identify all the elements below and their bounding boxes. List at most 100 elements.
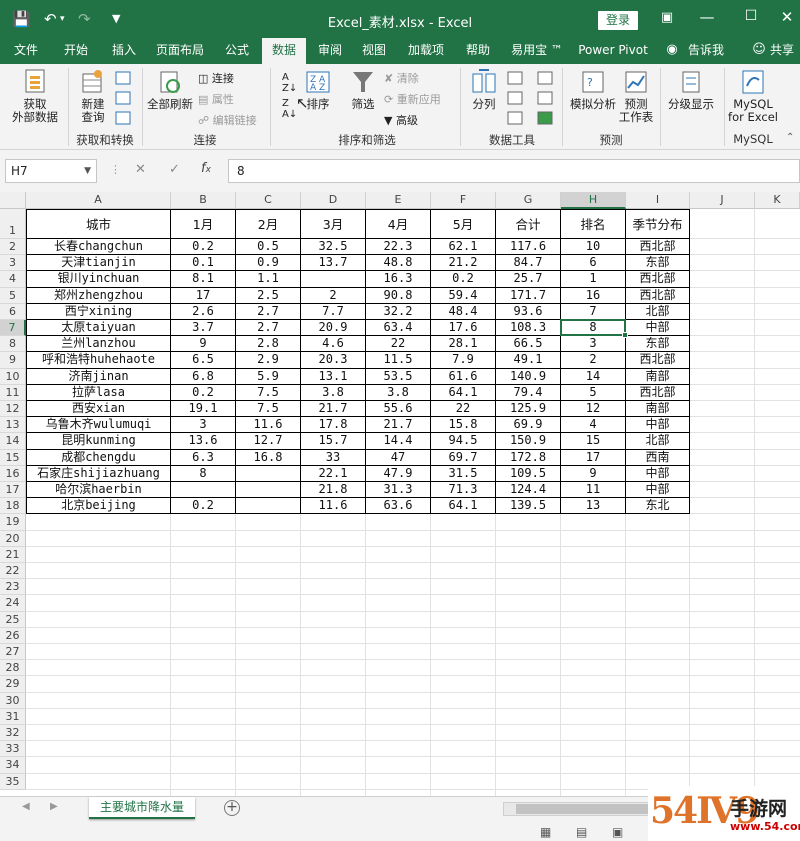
prev-sheet-icon[interactable]: ◀ <box>22 801 30 812</box>
row-header-15[interactable]: 15 <box>0 449 26 466</box>
column-header-e[interactable]: E <box>366 192 431 209</box>
tab-power-pivot[interactable]: Power Pivot <box>576 38 650 64</box>
data-cell[interactable]: 53.5 <box>366 368 431 385</box>
data-cell[interactable]: 西南 <box>626 449 690 466</box>
data-cell[interactable]: 东部 <box>626 255 690 272</box>
data-cell[interactable]: 20.3 <box>301 352 366 369</box>
row-header-29[interactable]: 29 <box>0 676 26 693</box>
column-header-b[interactable]: B <box>171 192 236 209</box>
data-cell[interactable]: 西北部 <box>626 352 690 369</box>
data-cell[interactable]: 22 <box>431 401 496 418</box>
data-cell[interactable]: 长春changchun <box>26 239 171 256</box>
next-sheet-icon[interactable]: ▶ <box>50 801 58 812</box>
ribbon-display-icon[interactable]: ▣ <box>652 10 682 25</box>
data-cell[interactable] <box>236 465 301 482</box>
data-cell[interactable]: 银川yinchuan <box>26 271 171 288</box>
data-cell[interactable]: 拉萨lasa <box>26 384 171 401</box>
data-cell[interactable]: 2.7 <box>236 320 301 337</box>
connections-button[interactable]: ◫ 连接 <box>198 70 234 86</box>
cancel-icon[interactable]: ✕ <box>135 162 146 177</box>
data-cell[interactable]: 49.1 <box>496 352 561 369</box>
row-header-14[interactable]: 14 <box>0 433 26 450</box>
data-cell[interactable]: 94.5 <box>431 433 496 450</box>
data-cell[interactable]: 1 <box>561 271 626 288</box>
data-cell[interactable]: 11.5 <box>366 352 431 369</box>
row-header-2[interactable]: 2 <box>0 239 26 256</box>
data-cell[interactable]: 90.8 <box>366 287 431 304</box>
data-cell[interactable]: 69.9 <box>496 417 561 434</box>
row-header-17[interactable]: 17 <box>0 482 26 499</box>
data-cell[interactable]: 69.7 <box>431 449 496 466</box>
data-cell[interactable]: 6.8 <box>171 368 236 385</box>
row-header-13[interactable]: 13 <box>0 417 26 434</box>
share-button[interactable]: 共享 <box>766 38 798 64</box>
data-cell[interactable]: 西北部 <box>626 271 690 288</box>
row-header-1[interactable]: 1 <box>0 209 26 239</box>
data-cell[interactable]: 4 <box>561 417 626 434</box>
tab-page-layout[interactable]: 页面布局 <box>150 38 210 64</box>
column-header-d[interactable]: D <box>301 192 366 209</box>
header-cell[interactable]: 合计 <box>496 209 561 239</box>
column-header-k[interactable]: K <box>755 192 800 209</box>
data-cell[interactable]: 3 <box>561 336 626 353</box>
edit-links-button[interactable]: ☍ 编辑链接 <box>198 112 257 128</box>
data-cell[interactable]: 西北部 <box>626 239 690 256</box>
header-cell[interactable]: 2月 <box>236 209 301 239</box>
data-cell[interactable]: 48.4 <box>431 303 496 320</box>
row-header-7[interactable]: 7 <box>0 320 26 337</box>
data-tools-icons[interactable] <box>506 70 556 130</box>
data-cell[interactable]: 0.2 <box>171 239 236 256</box>
data-cell[interactable]: 11 <box>561 482 626 499</box>
get-external-data-button[interactable]: 获取 外部数据 <box>6 68 64 124</box>
text-to-columns-button[interactable]: 分列 <box>466 68 502 111</box>
tab-file[interactable]: 文件 <box>6 38 46 64</box>
name-box[interactable]: H7 ▼ <box>5 159 97 183</box>
maximize-icon[interactable]: ☐ <box>736 8 766 24</box>
data-cell[interactable]: 171.7 <box>496 287 561 304</box>
data-cell[interactable]: 11.6 <box>236 417 301 434</box>
row-header-22[interactable]: 22 <box>0 563 26 580</box>
data-cell[interactable] <box>236 498 301 515</box>
sheet-tab[interactable]: 主要城市降水量 <box>89 797 195 819</box>
data-cell[interactable]: 22.3 <box>366 239 431 256</box>
formula-input[interactable]: 8 <box>228 159 800 183</box>
data-cell[interactable]: 93.6 <box>496 303 561 320</box>
data-cell[interactable]: 西北部 <box>626 384 690 401</box>
column-header-c[interactable]: C <box>236 192 301 209</box>
data-cell[interactable]: 2.8 <box>236 336 301 353</box>
data-cell[interactable]: 22 <box>366 336 431 353</box>
tab-home[interactable]: 开始 <box>56 38 96 64</box>
data-cell[interactable]: 0.5 <box>236 239 301 256</box>
data-cell[interactable] <box>301 271 366 288</box>
row-header-27[interactable]: 27 <box>0 644 26 661</box>
row-header-20[interactable]: 20 <box>0 530 26 547</box>
data-cell[interactable]: 呼和浩特huhehaote <box>26 352 171 369</box>
data-cell[interactable]: 2.5 <box>236 287 301 304</box>
data-cell[interactable]: 79.4 <box>496 384 561 401</box>
refresh-all-button[interactable]: 全部刷新 <box>146 68 194 111</box>
row-header-28[interactable]: 28 <box>0 660 26 677</box>
row-header-16[interactable]: 16 <box>0 465 26 482</box>
data-cell[interactable]: 0.2 <box>431 271 496 288</box>
insert-function-icon[interactable]: fx <box>201 161 211 176</box>
header-cell[interactable]: 5月 <box>431 209 496 239</box>
tab-formulas[interactable]: 公式 <box>217 38 257 64</box>
data-cell[interactable]: 32.5 <box>301 239 366 256</box>
data-cell[interactable]: 7.5 <box>236 384 301 401</box>
data-cell[interactable]: 84.7 <box>496 255 561 272</box>
row-header-3[interactable]: 3 <box>0 255 26 272</box>
data-cell[interactable]: 55.6 <box>366 401 431 418</box>
data-cell[interactable]: 西北部 <box>626 287 690 304</box>
data-cell[interactable]: 13 <box>561 498 626 515</box>
data-cell[interactable]: 南部 <box>626 368 690 385</box>
data-cell[interactable]: 21.7 <box>366 417 431 434</box>
data-cell[interactable]: 0.2 <box>171 384 236 401</box>
row-header-18[interactable]: 18 <box>0 498 26 515</box>
data-cell[interactable]: 17.6 <box>431 320 496 337</box>
data-cell[interactable]: 西宁xining <box>26 303 171 320</box>
row-header-5[interactable]: 5 <box>0 287 26 304</box>
advanced-button[interactable]: ▼ 高级 <box>384 112 418 128</box>
outline-button[interactable]: 分级显示 <box>664 68 718 111</box>
header-cell[interactable]: 4月 <box>366 209 431 239</box>
data-cell[interactable]: 63.4 <box>366 320 431 337</box>
